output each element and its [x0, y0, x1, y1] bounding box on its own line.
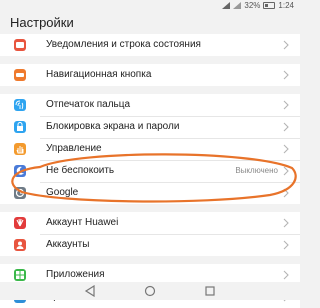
- group-divider: [0, 256, 300, 264]
- settings-item[interactable]: Уведомления и строка состояния: [0, 34, 300, 56]
- navigation-bar: [0, 282, 300, 300]
- clock: 1:24: [278, 1, 294, 10]
- settings-header: Настройки: [0, 11, 300, 34]
- chevron-right-icon: [283, 166, 289, 176]
- notification-icon: [14, 39, 26, 51]
- chevron-right-icon: [283, 122, 289, 132]
- group-divider: [0, 204, 300, 212]
- fingerprint-icon: [14, 99, 26, 111]
- settings-item[interactable]: Не беспокоить Выключено: [0, 160, 300, 182]
- settings-item-value: Выключено: [235, 166, 278, 175]
- back-button[interactable]: [84, 285, 96, 297]
- settings-item[interactable]: Блокировка экрана и пароли: [0, 116, 300, 138]
- chevron-right-icon: [283, 70, 289, 80]
- group-divider: [0, 56, 300, 64]
- settings-item[interactable]: Отпечаток пальца: [0, 94, 300, 116]
- status-bar: 32% 1:24: [0, 0, 300, 11]
- chevron-right-icon: [283, 40, 289, 50]
- chevron-right-icon: [283, 240, 289, 250]
- chevron-right-icon: [283, 144, 289, 154]
- battery-icon: [263, 2, 276, 9]
- account-icon: [14, 239, 26, 251]
- settings-item-label: Аккаунт Huawei: [46, 217, 119, 228]
- moon-icon: [14, 165, 26, 177]
- status-indicators: 32% 1:24: [222, 1, 294, 10]
- navigation-key-icon: [14, 69, 26, 81]
- huawei-icon: [14, 217, 26, 229]
- settings-item-label: Приложения: [46, 269, 105, 280]
- settings-item-label: Аккаунты: [46, 239, 90, 250]
- group-divider: [0, 86, 300, 94]
- settings-list: Уведомления и строка состояния Навигацион…: [0, 34, 300, 308]
- google-icon: [14, 187, 26, 199]
- home-button[interactable]: [144, 285, 156, 297]
- settings-item-label: Google: [46, 187, 79, 198]
- lock-icon: [14, 121, 26, 133]
- recents-button[interactable]: [204, 285, 216, 297]
- settings-item-label: Отпечаток пальца: [46, 99, 131, 110]
- chevron-right-icon: [283, 270, 289, 280]
- settings-item-label: Управление: [46, 143, 102, 154]
- signal-icon: [233, 2, 242, 9]
- battery-percent: 32%: [244, 1, 261, 10]
- chevron-right-icon: [283, 100, 289, 110]
- chevron-right-icon: [283, 188, 289, 198]
- settings-item[interactable]: Google: [0, 182, 300, 204]
- settings-item[interactable]: Аккаунт Huawei: [0, 212, 300, 234]
- hand-icon: [14, 143, 26, 155]
- page-title: Настройки: [10, 15, 74, 30]
- settings-item-label: Навигационная кнопка: [46, 69, 152, 80]
- settings-item[interactable]: Управление: [0, 138, 300, 160]
- settings-item[interactable]: Навигационная кнопка: [0, 64, 300, 86]
- signal-icon: [222, 2, 231, 9]
- settings-item-label: Блокировка экрана и пароли: [46, 121, 180, 132]
- settings-item-label: Не беспокоить: [46, 165, 115, 176]
- settings-item-label: Уведомления и строка состояния: [46, 39, 201, 50]
- apps-icon: [14, 269, 26, 281]
- settings-item[interactable]: Аккаунты: [0, 234, 300, 256]
- chevron-right-icon: [283, 218, 289, 228]
